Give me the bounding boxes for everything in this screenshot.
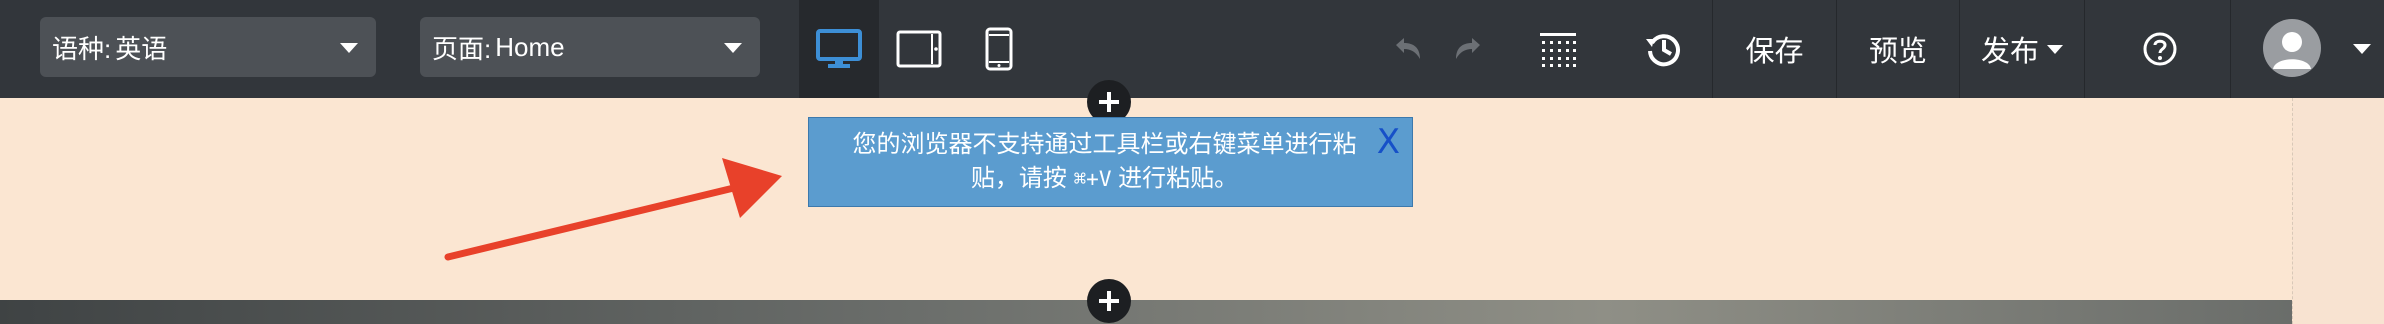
paste-notice: 您的浏览器不支持通过工具栏或右键菜单进行粘 贴，请按 ⌘+V 进行粘贴。 X — [808, 117, 1413, 207]
notice-line-2-prefix: 贴，请按 — [970, 165, 1074, 192]
notice-line-2: 贴，请按 ⌘+V 进行粘贴。 — [845, 162, 1364, 196]
close-notice-button[interactable]: X — [1377, 122, 1400, 162]
keyboard-shortcut: ⌘+V — [1073, 167, 1112, 191]
notice-line-1: 您的浏览器不支持通过工具栏或右键菜单进行粘 — [852, 131, 1357, 158]
notice-line-2-suffix: 进行粘贴。 — [1111, 165, 1239, 192]
